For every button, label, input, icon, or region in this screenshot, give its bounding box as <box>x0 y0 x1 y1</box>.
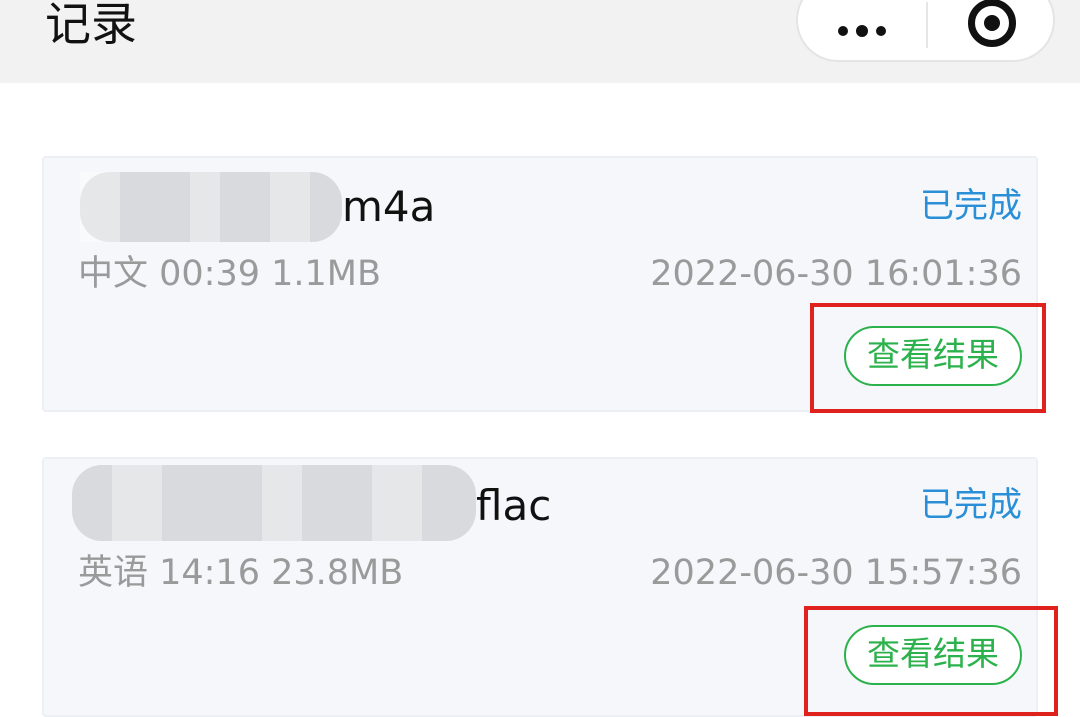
record-filename: m4a <box>342 180 435 234</box>
record-filename: flac <box>476 479 551 533</box>
capsule-divider <box>926 2 928 48</box>
record-meta: 中文 00:39 1.1MB <box>78 254 381 294</box>
filename-extension: m4a <box>342 182 436 231</box>
filename-extension: flac <box>476 481 552 530</box>
redacted-filename <box>72 465 476 541</box>
record-status: 已完成 <box>920 186 1022 226</box>
highlight-box <box>804 606 1058 716</box>
highlight-box <box>810 303 1046 413</box>
record-datetime: 2022-06-30 16:01:36 <box>650 254 1022 294</box>
miniprogram-capsule <box>796 0 1055 62</box>
redacted-filename <box>80 172 342 242</box>
record-datetime: 2022-06-30 15:57:36 <box>650 553 1022 593</box>
record-status: 已完成 <box>920 485 1022 525</box>
record-meta: 英语 14:16 23.8MB <box>78 553 404 593</box>
page-title: 记录 <box>45 0 137 51</box>
close-miniprogram-icon[interactable] <box>968 0 1016 47</box>
more-dots-icon[interactable] <box>798 0 926 60</box>
page-header: 记录 <box>0 0 1080 83</box>
